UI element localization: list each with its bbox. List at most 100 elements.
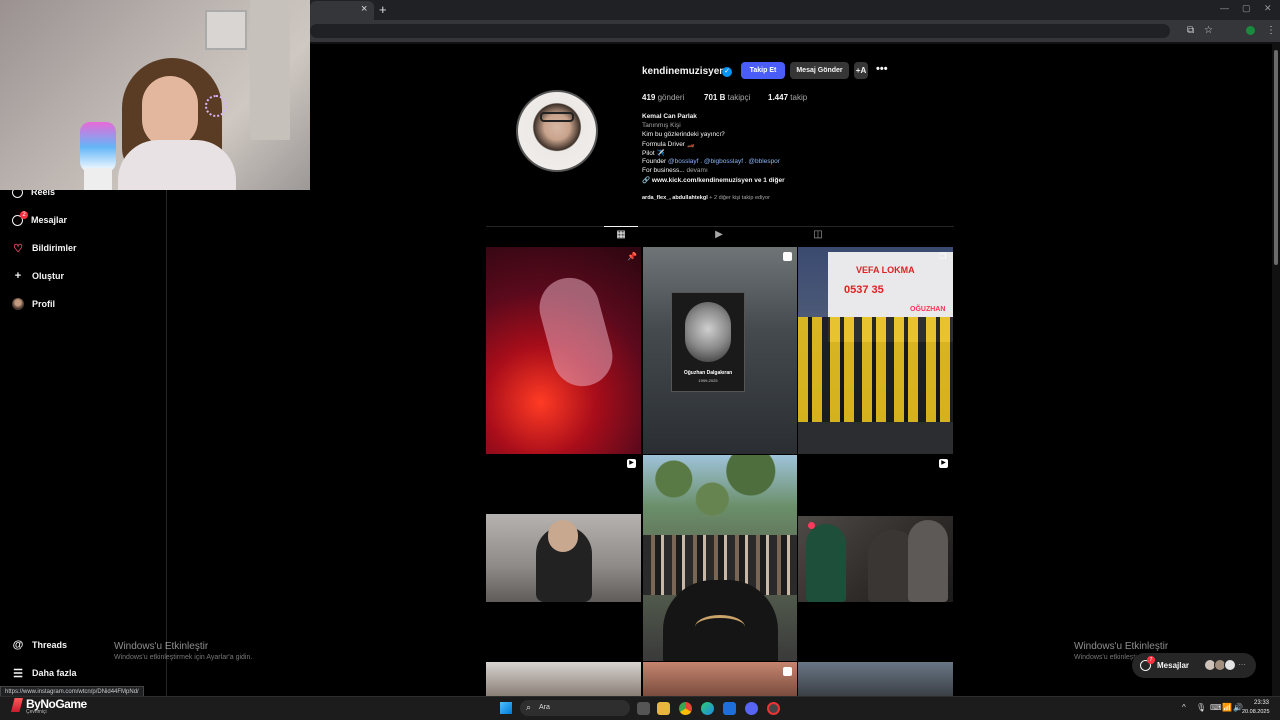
webcam-lights [205, 95, 227, 117]
more-options-icon[interactable]: ••• [876, 63, 888, 75]
following-count[interactable]: 1.447 takip [768, 93, 807, 102]
close-tab-icon[interactable]: × [361, 3, 367, 15]
minimize-icon[interactable]: — [1220, 3, 1229, 13]
post-tile-group-photo[interactable]: VEFA LOKMA 0537 35 OĞUZHAN ❐ [798, 247, 953, 454]
avatar-glasses [540, 112, 574, 122]
link-icon: 🔗 [642, 177, 651, 184]
discord-icon[interactable] [745, 702, 758, 715]
browser-menu-icon[interactable]: ⋮ [1266, 25, 1276, 36]
cast-icon[interactable]: ⧉ [1187, 25, 1194, 36]
posts-count: 419 gönderi [642, 93, 684, 102]
edge-icon[interactable] [701, 702, 714, 715]
follow-button[interactable]: Takip Et [741, 62, 785, 79]
reel-icon: ▶ [783, 667, 792, 676]
file-explorer-icon[interactable] [657, 702, 670, 715]
post-tile-memorial-screen[interactable]: Oğuzhan Dalgakıran 1999-2025 ▶ [643, 247, 797, 454]
similar-accounts-button[interactable]: +A [854, 62, 868, 79]
tile-person-3 [908, 520, 948, 602]
extension-icon[interactable] [1246, 26, 1255, 35]
sidebar-item-more[interactable]: ☰ Daha fazla [12, 665, 76, 681]
sidebar-item-create[interactable]: + Oluştur [12, 268, 64, 284]
sidebar-item-label: Profil [32, 299, 56, 309]
sidebar-item-notifications[interactable]: ♡ Bildirimler [12, 240, 77, 256]
microphone-icon[interactable]: 🎙 [1196, 703, 1206, 712]
chrome-icon[interactable] [679, 702, 692, 715]
post-tile-row3-3[interactable] [798, 662, 953, 696]
task-view-icon[interactable] [637, 702, 650, 715]
tile-truck-name: VEFA LOKMA [856, 265, 915, 275]
tile-portrait [685, 302, 731, 362]
threads-icon: @ [12, 639, 24, 651]
webcam-microphone [80, 122, 116, 172]
tab-posts-icon[interactable]: ▦ [615, 229, 627, 241]
taskbar-search[interactable] [520, 700, 630, 716]
sidebar-item-label: Bildirimler [32, 243, 77, 253]
scrollbar-thumb[interactable] [1274, 50, 1278, 265]
store-icon[interactable] [723, 702, 736, 715]
obs-icon[interactable] [767, 702, 780, 715]
bio-more-link[interactable]: devamı [686, 167, 707, 174]
pin-icon: 📌 [627, 252, 637, 261]
bookmark-star-icon[interactable]: ☆ [1204, 25, 1213, 36]
post-tile-sitting-man[interactable] [486, 514, 641, 602]
post-tile-concert[interactable]: 📌 [486, 247, 641, 454]
tile-trees [643, 455, 797, 535]
followed-by[interactable]: arda_flex_, abdullahtekgl + 2 diğer kişi… [642, 195, 770, 201]
messages-float-label: Mesajlar [1157, 661, 1190, 670]
webcam-overlay [0, 0, 310, 190]
followers-count[interactable]: 701 B takipçi [704, 93, 750, 102]
bio-business: For business... devamı [642, 167, 708, 174]
windows-start-icon[interactable] [500, 702, 512, 714]
reel-icon: ▶ [939, 459, 948, 468]
taskbar-search-label: Ara [539, 704, 550, 711]
keyboard-icon[interactable]: ⌨ [1210, 703, 1222, 712]
post-tile-crowd-trees[interactable] [643, 455, 797, 661]
bio-founder: Founder @bosslayf . @bigbosslayf . @bble… [642, 158, 780, 165]
verified-badge-icon: ✓ [722, 67, 732, 77]
close-window-icon[interactable]: ✕ [1264, 3, 1272, 14]
bio-line-2: Formula Driver 🏎️ [642, 141, 695, 148]
tile-figure [532, 271, 620, 393]
bio-founder-links[interactable]: @bosslayf . @bigbosslayf . @bblespor [668, 158, 780, 165]
profile-avatar[interactable] [516, 90, 598, 172]
activation-watermark-subtitle: Windows'u etkinleştirmek için Ayarlar'a … [114, 654, 253, 661]
tabs-divider [486, 226, 954, 227]
messages-badge: 2 [20, 211, 28, 219]
tray-expand-icon[interactable]: ^ [1182, 703, 1186, 712]
followers-count-label: takipçi [727, 93, 751, 102]
plus-icon: + [14, 270, 22, 282]
bio-link-text: www.kick.com/kendinemuzisyen ve 1 diğer [651, 177, 785, 184]
address-bar[interactable] [310, 24, 1170, 38]
new-tab-icon[interactable]: + [379, 2, 387, 17]
bynogame-subtitle: Çevrimiçi [26, 709, 47, 715]
tile-ground [798, 422, 953, 454]
post-tile-row3-1[interactable] [486, 662, 641, 696]
bio-business-text: For business... [642, 167, 685, 174]
sidebar-item-profile[interactable]: Profil [12, 296, 55, 312]
followed-by-names: arda_flex_, abdullahtekgl [642, 195, 708, 201]
clock-date[interactable]: 20.08.2025 [1242, 709, 1270, 715]
tile-truck-sign: OĞUZHAN [910, 306, 946, 313]
maximize-icon[interactable]: ▢ [1242, 3, 1251, 14]
sidebar-item-label: Mesajlar [31, 215, 68, 225]
tab-reels-icon[interactable]: ▶ [713, 229, 725, 241]
clock-time[interactable]: 23:33 [1254, 700, 1269, 706]
webcam-mic-stand [84, 168, 112, 190]
posts-count-label: gönderi [657, 93, 685, 102]
network-icon[interactable]: 📶 [1222, 703, 1232, 712]
tile-man-head [548, 520, 578, 552]
sidebar-item-threads[interactable]: @ Threads [12, 637, 67, 653]
tab-tagged-icon[interactable]: ◫ [812, 229, 824, 241]
tile-people [798, 317, 953, 427]
avatar-icon [12, 298, 24, 310]
post-tile-group-indoor[interactable] [798, 516, 953, 602]
post-tile-row3-2[interactable]: ▶ [643, 662, 797, 696]
activation-watermark-title-right: Windows'u Etkinleştir [1074, 641, 1169, 652]
bio-founder-prefix: Founder [642, 158, 667, 165]
send-message-button[interactable]: Mesaj Gönder [790, 62, 849, 79]
more-avatars-icon: ··· [1238, 660, 1246, 669]
webcam-door [250, 0, 290, 140]
bio-external-link[interactable]: 🔗 www.kick.com/kendinemuzisyen ve 1 diğe… [642, 176, 785, 184]
followed-by-rest: + 2 diğer kişi takip ediyor [709, 195, 770, 201]
webcam-window [205, 10, 247, 50]
